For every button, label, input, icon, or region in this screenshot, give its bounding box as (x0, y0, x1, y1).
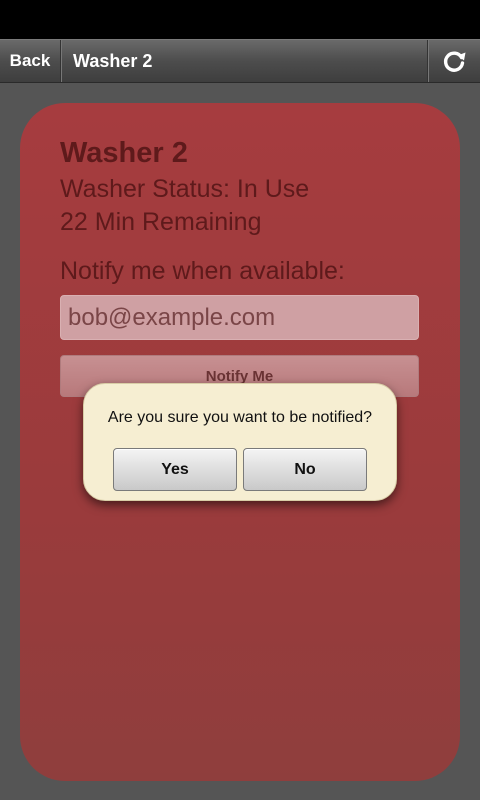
yes-button[interactable]: Yes (113, 448, 237, 491)
page-title: Washer 2 (73, 51, 153, 71)
toolbar: Back Washer 2 (0, 39, 480, 83)
refresh-icon (443, 51, 466, 72)
washer-status: Washer Status: In Use (60, 175, 310, 203)
status-bar (0, 0, 480, 39)
refresh-button[interactable] (427, 40, 480, 82)
notify-label: Notify me when available: (60, 257, 345, 285)
dialog-message: Are you sure you want to be notified? (107, 409, 373, 426)
no-button[interactable]: No (243, 448, 367, 491)
washer-title: Washer 2 (60, 137, 188, 169)
confirm-dialog: Are you sure you want to be notified? Ye… (83, 383, 397, 501)
email-field[interactable] (60, 295, 419, 340)
time-remaining: 22 Min Remaining (60, 208, 262, 236)
back-button[interactable]: Back (0, 40, 61, 82)
